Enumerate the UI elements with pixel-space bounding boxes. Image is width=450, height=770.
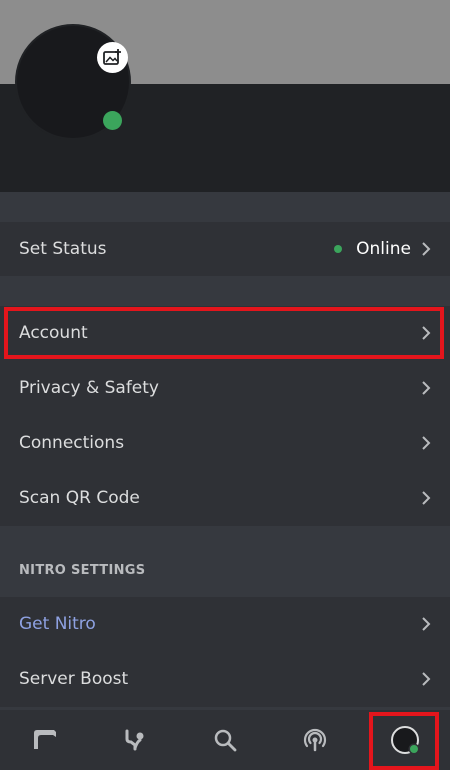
server-boost-row[interactable]: Server Boost <box>0 652 450 706</box>
chevron-right-icon <box>422 672 431 686</box>
connections-label: Connections <box>19 433 125 453</box>
online-dot <box>334 245 343 253</box>
mentions-icon <box>303 728 327 752</box>
chevron-right-icon <box>422 436 431 450</box>
scan-qr-code-label: Scan QR Code <box>19 488 140 508</box>
account-highlight-box <box>4 307 444 359</box>
status-value: Online <box>356 239 411 259</box>
chevron-right-icon <box>422 242 431 256</box>
get-nitro-row[interactable]: Get Nitro <box>0 597 450 651</box>
get-nitro-label: Get Nitro <box>19 614 96 634</box>
privacy-safety-label: Privacy & Safety <box>19 378 159 398</box>
privacy-safety-row[interactable]: Privacy & Safety <box>0 361 450 415</box>
server-boost-label: Server Boost <box>19 669 129 689</box>
chevron-right-icon <box>422 381 431 395</box>
friends-icon <box>125 729 144 751</box>
tab-mentions[interactable] <box>270 710 360 770</box>
image-add-icon[interactable] <box>97 42 128 73</box>
set-status-label: Set Status <box>19 239 107 259</box>
scan-qr-code-row[interactable]: Scan QR Code <box>0 471 450 525</box>
connections-row[interactable]: Connections <box>0 416 450 470</box>
profile-tab-highlight-box <box>369 712 439 770</box>
servers-icon <box>34 730 56 749</box>
search-icon <box>214 729 237 752</box>
tab-friends[interactable] <box>90 710 180 770</box>
chevron-right-icon <box>422 491 431 505</box>
set-status-row[interactable]: Set Status Online <box>0 222 450 276</box>
online-status-indicator <box>103 111 122 130</box>
chevron-right-icon <box>422 617 431 631</box>
tab-search[interactable] <box>180 710 270 770</box>
nitro-settings-heading: NITRO SETTINGS <box>19 563 146 578</box>
tab-servers[interactable] <box>0 710 90 770</box>
